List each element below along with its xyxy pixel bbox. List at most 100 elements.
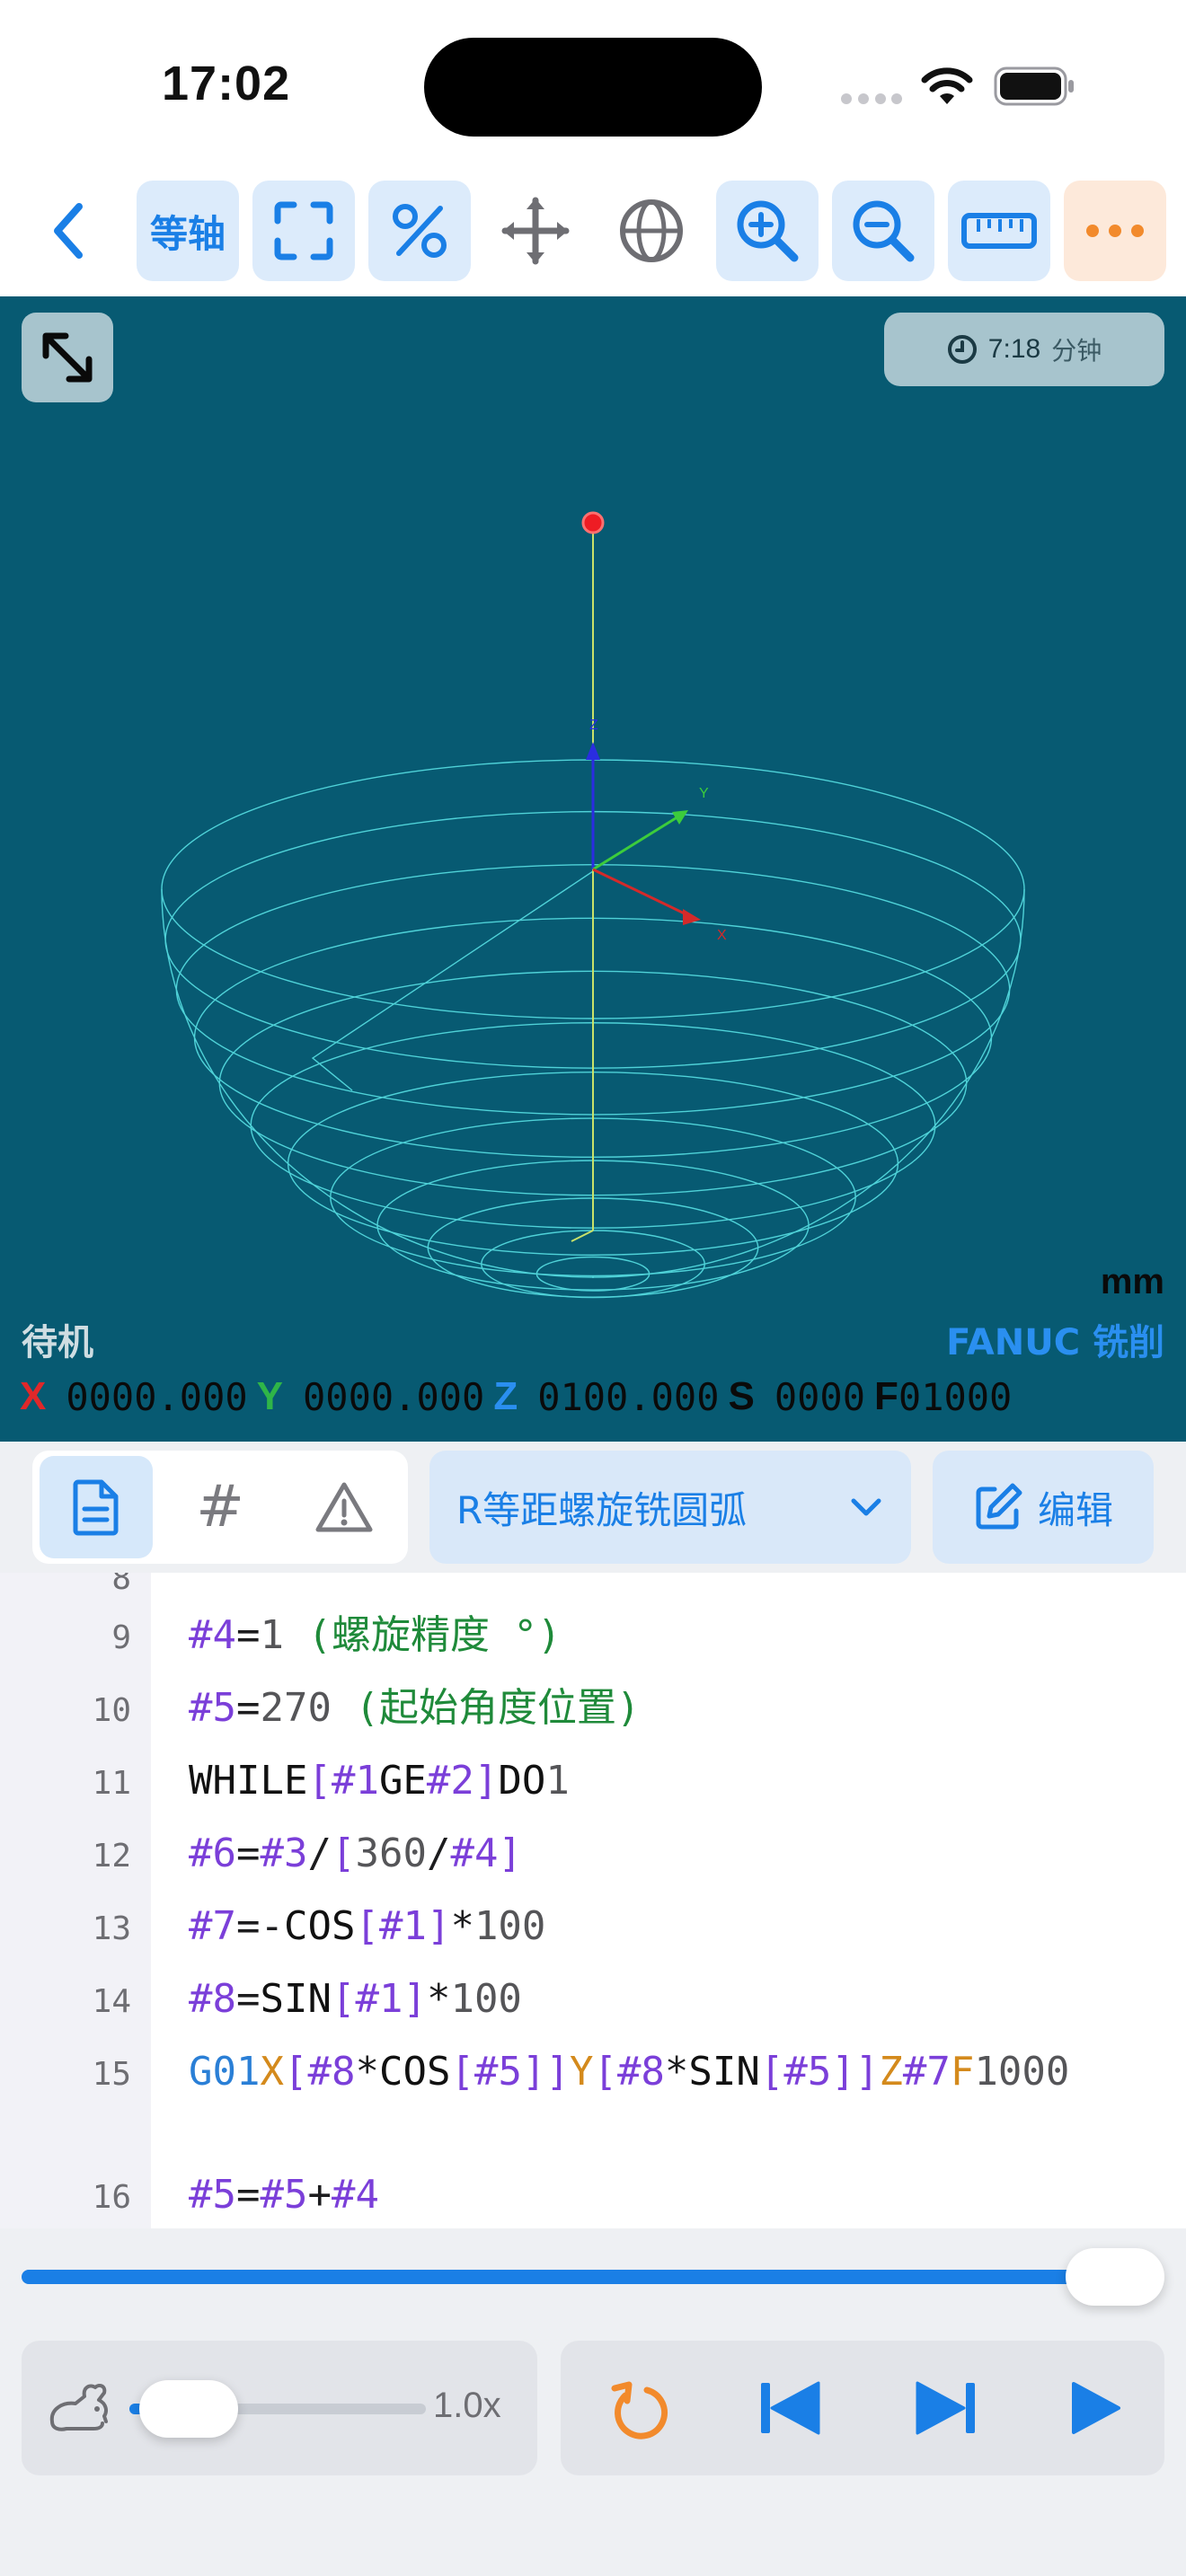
zoom-in-button[interactable] <box>716 181 819 281</box>
toolpath-viewport[interactable]: Z Y X 7:18 分钟 mm 待机 FANUC 铣削 X 0000.000 … <box>0 296 1186 1442</box>
latitude-ring <box>481 1230 705 1299</box>
coord-value-z: 0100.000 <box>537 1374 720 1419</box>
coord-value-x: 0000.000 <box>66 1374 248 1419</box>
line-number: 13 <box>92 1910 131 1947</box>
step-back-button[interactable] <box>749 2368 830 2448</box>
elapsed-time-badge: 7:18 分钟 <box>884 313 1164 386</box>
code-text: G01X[#8*COS[#5]]Y[#8*SIN[#5]]Z#7F1000 <box>189 2049 1070 2095</box>
helix-entry-path <box>571 1230 594 1242</box>
toolbar: 等轴 <box>0 175 1186 287</box>
speed-value: 1.0x <box>433 2386 501 2425</box>
code-text: #7=-COS[#1]*100 <box>189 1903 546 1949</box>
code-text: #8=SIN[#1]*100 <box>189 1976 522 2022</box>
skip-back-icon <box>761 2381 820 2435</box>
z-axis-label: Z <box>589 718 598 733</box>
status-bar: 17:02 <box>0 0 1186 166</box>
y-axis-line <box>592 812 684 871</box>
unit-label: mm <box>1100 1262 1164 1301</box>
document-icon <box>73 1479 119 1536</box>
line-gutter <box>0 1573 151 2228</box>
coord-axis-y: Y <box>256 1374 284 1418</box>
line-number: 16 <box>92 2179 131 2216</box>
speed-thumb[interactable] <box>138 2380 238 2438</box>
progress-slider[interactable] <box>22 2248 1164 2306</box>
dynamic-island <box>424 38 762 137</box>
isometric-label: 等轴 <box>149 211 226 256</box>
restart-icon <box>611 2381 668 2439</box>
zoom-in-icon <box>737 200 799 262</box>
expand-viewport-button[interactable] <box>22 313 113 402</box>
editor-tab-group: # <box>32 1451 408 1564</box>
program-name: R等距螺旋铣圆弧 <box>456 1487 748 1532</box>
play-icon <box>1072 2382 1120 2434</box>
tab-alarms[interactable] <box>288 1456 401 1558</box>
chevron-left-icon <box>54 203 83 259</box>
coord-axis-s: S <box>728 1374 755 1418</box>
editor-bar: # R等距螺旋铣圆弧 编辑 <box>0 1442 1186 1573</box>
line-number: 14 <box>92 1983 131 2020</box>
globe-view-icon <box>620 199 683 262</box>
pan-button[interactable] <box>484 181 587 281</box>
line-number: 11 <box>92 1765 131 1802</box>
coord-value-y: 0000.000 <box>303 1374 485 1419</box>
x-axis-label: X <box>717 928 727 943</box>
speed-slider[interactable] <box>129 2380 426 2438</box>
tool-tip-marker <box>581 511 605 534</box>
more-icon <box>1086 225 1144 237</box>
step-forward-button[interactable] <box>906 2368 987 2448</box>
skip-forward-icon <box>916 2381 975 2435</box>
coordinate-readout: X 0000.000 Y 0000.000 Z 0100.000 S 0000 … <box>20 1370 1021 1424</box>
speed-panel: 1.0x <box>22 2341 537 2475</box>
y-axis-label: Y <box>699 786 709 801</box>
fit-frame-button[interactable] <box>252 181 355 281</box>
transport-panel <box>561 2341 1164 2475</box>
tab-program[interactable] <box>40 1456 153 1558</box>
battery-icon <box>994 66 1074 106</box>
coord-value-f: 01000 <box>898 1374 1013 1419</box>
chevron-down-icon <box>851 1498 881 1516</box>
progress-thumb[interactable] <box>1066 2248 1164 2306</box>
z-axis-arrow <box>586 742 600 760</box>
progress-area <box>0 2228 1186 2341</box>
clock-icon <box>947 335 977 364</box>
elapsed-unit: 分钟 <box>1051 336 1102 366</box>
tab-variables[interactable]: # <box>164 1456 277 1558</box>
isometric-view-button[interactable]: 等轴 <box>137 181 239 281</box>
toolpath-scene[interactable]: Z Y X <box>0 296 1186 1442</box>
coord-axis-x: X <box>20 1374 47 1418</box>
play-button[interactable] <box>1055 2368 1136 2448</box>
line-number: 12 <box>92 1838 131 1875</box>
zoom-out-icon <box>853 200 915 262</box>
back-button[interactable] <box>18 181 120 281</box>
y-axis-arrow <box>672 810 688 825</box>
ruler-icon <box>961 213 1037 249</box>
program-select[interactable]: R等距螺旋铣圆弧 <box>429 1451 911 1564</box>
edit-label: 编辑 <box>1037 1487 1113 1532</box>
warning-icon <box>315 1482 373 1532</box>
progress-fill <box>22 2270 1120 2284</box>
rabbit-icon <box>49 2384 108 2431</box>
more-button[interactable] <box>1064 181 1166 281</box>
code-editor[interactable]: 8 9 #4=1 (螺旋精度 °) 10 #5=270 (起始角度位置) 11 … <box>0 1573 1186 2228</box>
line-number: 9 <box>111 1619 131 1656</box>
restart-button[interactable] <box>598 2368 679 2448</box>
measure-button[interactable] <box>948 181 1050 281</box>
orbit-view-button[interactable] <box>600 181 703 281</box>
code-text: #5=#5+#4 <box>189 2172 379 2218</box>
code-text: WHILE[#1GE#2]DO1 <box>189 1758 570 1804</box>
percent-button[interactable] <box>368 181 471 281</box>
wifi-icon <box>921 67 973 104</box>
percent-icon <box>393 204 447 258</box>
helix-start-segment <box>311 870 594 1091</box>
latitude-ring <box>535 1256 651 1292</box>
code-text: #6=#3/[360/#4] <box>189 1831 522 1876</box>
move-arrows-icon <box>501 197 570 265</box>
status-time: 17:02 <box>162 57 291 110</box>
signal-dots-icon <box>841 93 902 104</box>
fit-frame-icon <box>274 201 333 260</box>
coord-axis-z: Z <box>493 1374 518 1418</box>
zoom-out-button[interactable] <box>832 181 934 281</box>
elapsed-time: 7:18 <box>987 334 1041 364</box>
edit-button[interactable]: 编辑 <box>933 1451 1154 1564</box>
code-text: #4=1 (螺旋精度 °) <box>189 1612 562 1658</box>
